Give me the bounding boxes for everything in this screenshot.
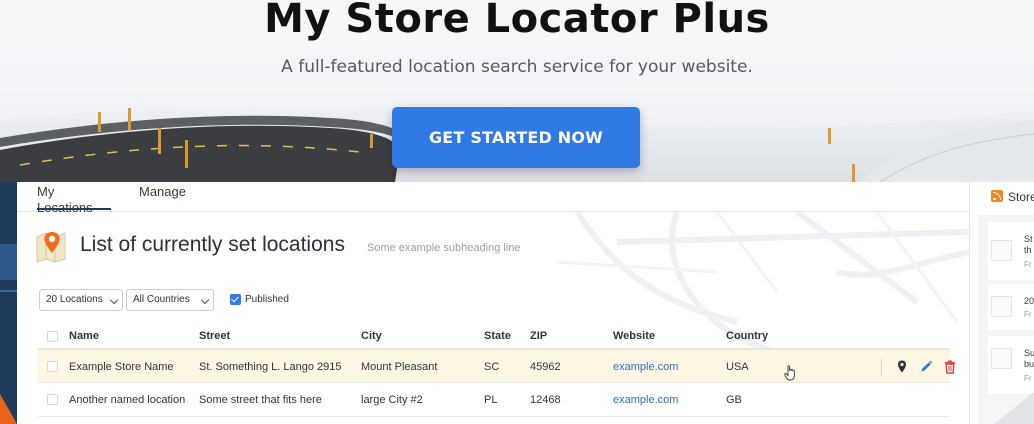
sidebar-orange-accent	[0, 394, 17, 424]
chevron-down-icon	[109, 295, 119, 305]
row-checkbox[interactable]	[47, 394, 58, 405]
column-header-city[interactable]: City	[361, 330, 382, 342]
row-checkbox[interactable]	[47, 361, 58, 372]
table-row[interactable]: Example Store Name St. Something L. Lang…	[38, 349, 955, 383]
country-filter-value: All Countries	[133, 294, 190, 305]
row-actions	[881, 357, 955, 377]
cell-zip: 45962	[530, 361, 561, 373]
feed-item-meta: Fr	[1024, 374, 1032, 383]
store-feed-panel: Store St th Fr 20 Fr Su bu Fr	[975, 182, 1034, 424]
country-filter-select[interactable]: All Countries	[126, 289, 214, 311]
feed-item-meta: Fr	[1024, 260, 1032, 269]
cell-street: St. Something L. Lango 2915	[199, 361, 342, 373]
published-checkbox[interactable]	[230, 294, 241, 305]
feed-thumbnail	[991, 348, 1012, 369]
cell-website-link[interactable]: example.com	[613, 361, 678, 373]
column-header-name[interactable]: Name	[69, 330, 99, 342]
locations-count-value: 20 Locations	[46, 294, 103, 305]
cell-city: large City #2	[361, 394, 423, 406]
cell-name: Example Store Name	[69, 361, 174, 373]
select-all-checkbox[interactable]	[47, 331, 58, 342]
column-header-zip[interactable]: ZIP	[530, 330, 547, 342]
delete-trash-icon[interactable]	[943, 359, 957, 375]
feed-item[interactable]: Su bu Fr	[988, 336, 1034, 394]
feed-item-meta: Fr	[1024, 310, 1032, 319]
locations-panel: My Locations Manage List of currently se…	[17, 182, 970, 424]
feed-thumbnail	[991, 296, 1012, 317]
cell-state: PL	[484, 394, 498, 406]
tab-manage[interactable]: Manage	[139, 184, 189, 210]
sidebar-divider	[0, 290, 17, 292]
cell-name: Another named location	[69, 394, 186, 406]
feed-item-title: Su	[1024, 348, 1034, 358]
cell-country: GB	[726, 394, 742, 406]
cell-zip: 12468	[530, 394, 561, 406]
feed-thumbnail	[991, 240, 1012, 261]
tab-bar: My Locations Manage	[17, 182, 969, 215]
feed-title: Store	[1008, 190, 1034, 204]
published-label: Published	[245, 294, 289, 305]
map-pin-icon	[36, 232, 66, 263]
feed-item[interactable]: St th Fr	[988, 222, 1034, 280]
feed-item-title: 20	[1024, 296, 1034, 306]
feed-item[interactable]: 20 Fr	[988, 284, 1034, 330]
cell-country: USA	[726, 361, 749, 373]
hero-title: My Store Locator Plus	[264, 0, 770, 42]
chevron-down-icon	[200, 295, 210, 305]
left-sidebar	[0, 182, 17, 424]
feed-item-title-line2: th	[1024, 245, 1032, 255]
feed-item-title-line2: bu	[1024, 359, 1034, 369]
table-row[interactable]: Another named location Some street that …	[38, 383, 950, 417]
sidebar-active-item[interactable]	[0, 244, 17, 280]
hero-section: My Store Locator Plus A full-featured lo…	[0, 0, 1034, 182]
feed-item-title: St	[1024, 234, 1033, 244]
column-header-country[interactable]: Country	[726, 330, 768, 342]
panel-corner-decoration	[994, 392, 1034, 424]
tab-my-locations[interactable]: My Locations	[37, 184, 111, 215]
get-started-button[interactable]: GET STARTED NOW	[392, 107, 640, 168]
hero-subtitle: A full-featured location search service …	[281, 57, 753, 77]
column-header-website[interactable]: Website	[613, 330, 655, 342]
cell-state: SC	[484, 361, 500, 373]
column-header-state[interactable]: State	[484, 330, 511, 342]
cell-street: Some street that fits here	[199, 394, 322, 406]
rss-icon	[991, 190, 1003, 202]
hand-cursor-icon	[784, 365, 795, 381]
cell-city: Mount Pleasant	[361, 361, 438, 373]
page-subtitle: Some example subheading line	[367, 242, 521, 254]
column-header-street[interactable]: Street	[199, 330, 230, 342]
cell-website-link[interactable]: example.com	[613, 394, 678, 406]
edit-pencil-icon[interactable]	[919, 359, 933, 375]
page-title: List of currently set locations	[80, 233, 345, 256]
actions-divider	[881, 359, 882, 375]
location-pin-icon[interactable]	[895, 359, 909, 375]
locations-count-select[interactable]: 20 Locations	[39, 289, 123, 311]
